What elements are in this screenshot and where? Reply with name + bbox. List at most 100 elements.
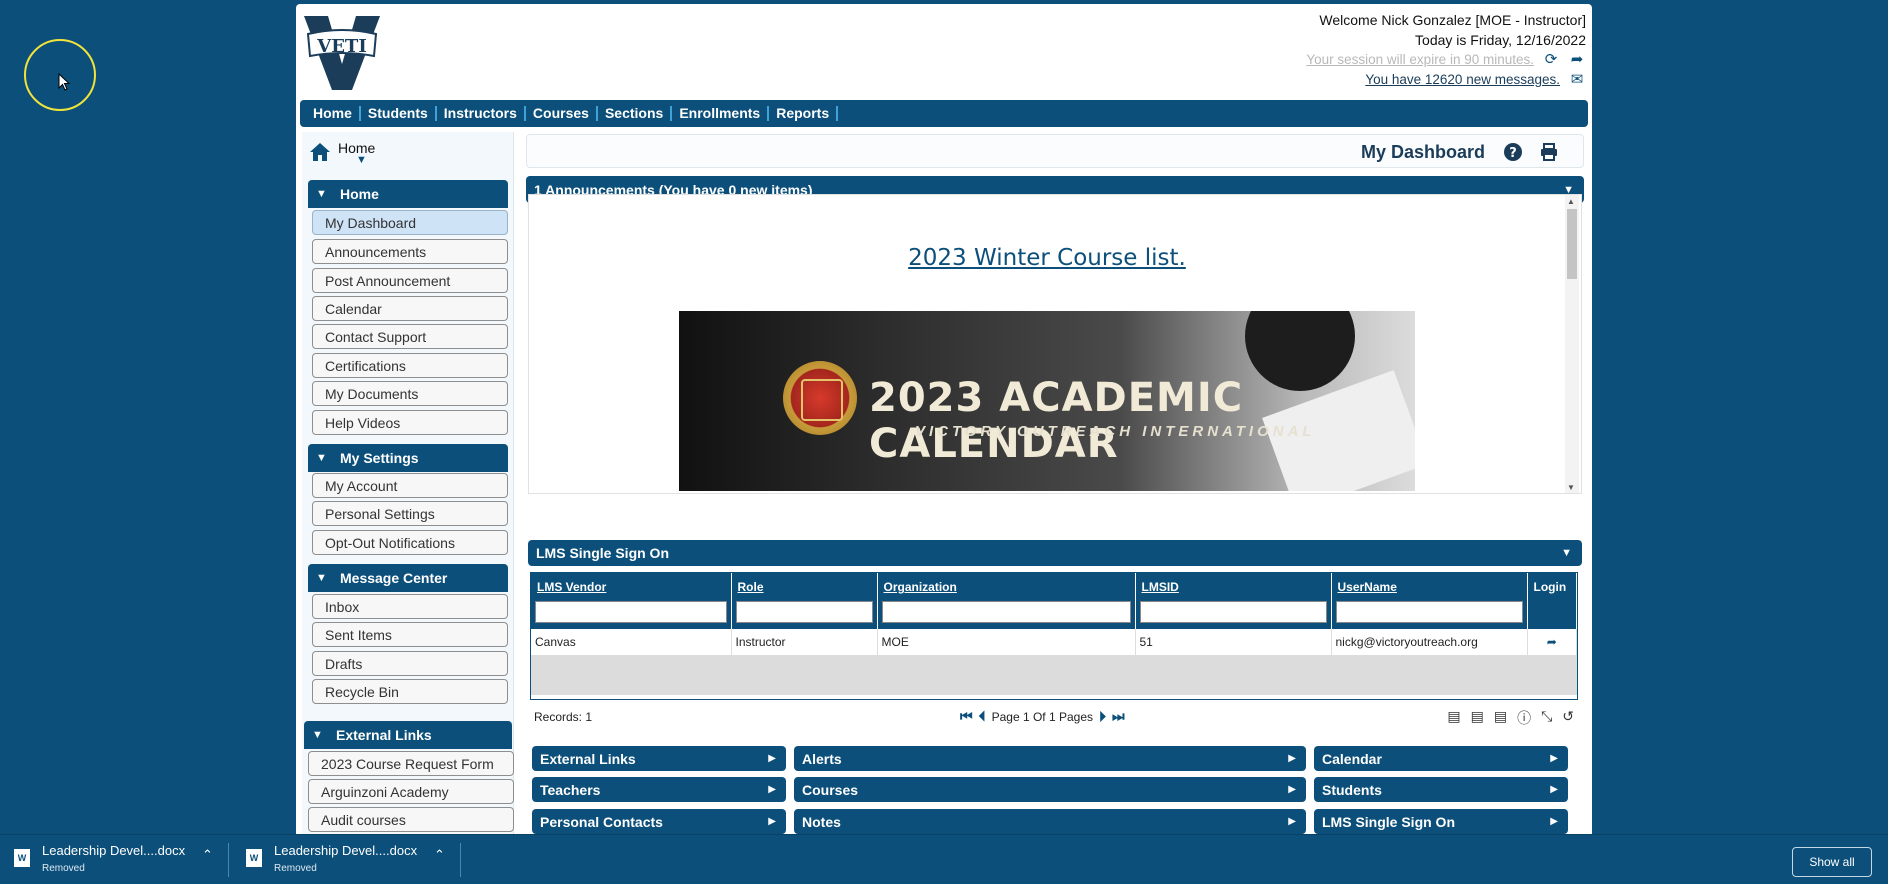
collapse-triangle-icon: ▼ (312, 729, 323, 741)
sidebar-item-personal-settings[interactable]: Personal Settings (312, 501, 508, 526)
sidebar-section-home[interactable]: ▼ Home (308, 180, 508, 208)
sidebar-section-external-links[interactable]: ▼ External Links (304, 721, 512, 749)
last-page-icon[interactable]: ⏭ (1112, 708, 1125, 725)
sidebar-item-audit-courses[interactable]: Audit courses (308, 807, 514, 832)
scroll-thumb[interactable] (1567, 209, 1577, 279)
sidebar-item-calendar[interactable]: Calendar (312, 296, 508, 321)
sidebar-item-arguinzoni-academy[interactable]: Arguinzoni Academy (308, 779, 514, 804)
filter-organization[interactable] (881, 601, 1131, 623)
sidebar-item-inbox[interactable]: Inbox (312, 594, 508, 619)
grid-help-icon[interactable]: ⓘ (1517, 708, 1531, 728)
announcement-panel: 2023 Winter Course list. 2023 ACADEMIC C… (528, 194, 1582, 494)
dashboard-header: My Dashboard ? (526, 134, 1584, 168)
envelope-icon[interactable]: ✉ (1568, 70, 1586, 90)
reset-icon[interactable]: ↺ (1562, 708, 1574, 728)
help-icon[interactable]: ? (1503, 142, 1523, 162)
sidebar-item-course-request-form[interactable]: 2023 Course Request Form (308, 751, 514, 776)
export-excel-icon[interactable]: ▤ (1447, 708, 1460, 728)
widget-students[interactable]: Students ▶ (1314, 777, 1568, 802)
sidebar-item-drafts[interactable]: Drafts (312, 651, 508, 676)
announcement-scrollbar[interactable]: ▲ ▼ (1565, 195, 1579, 493)
sidebar-item-my-documents[interactable]: My Documents (312, 381, 508, 406)
col-username[interactable]: UserName (1331, 573, 1528, 599)
print-icon[interactable] (1539, 142, 1559, 162)
sidebar-item-sent-items[interactable]: Sent Items (312, 622, 508, 647)
next-page-icon[interactable]: ⏵ (1099, 708, 1106, 725)
widget-courses[interactable]: Courses ▶ (794, 777, 1306, 802)
sidebar-section-message-center[interactable]: ▼ Message Center (308, 564, 508, 592)
banner-subtitle: VICTORY OUTREACH INTERNATIONAL (915, 423, 1316, 440)
login-icon[interactable]: ➦ (1527, 629, 1577, 655)
refresh-icon[interactable]: ⟳ (1542, 50, 1560, 70)
filter-lmsid[interactable] (1139, 601, 1327, 623)
sidebar-item-opt-out-notifications[interactable]: Opt-Out Notifications (312, 530, 508, 555)
winter-course-list-link[interactable]: 2023 Winter Course list. (529, 245, 1565, 271)
lms-sso-title: LMS Single Sign On (536, 545, 669, 561)
col-lmsid[interactable]: LMSID (1135, 573, 1332, 599)
filter-role[interactable] (735, 601, 873, 623)
col-organization[interactable]: Organization (877, 573, 1136, 599)
nav-instructors[interactable]: Instructors (437, 106, 526, 121)
collapse-icon[interactable]: ⤡ (1541, 708, 1552, 728)
mouse-cursor-icon (58, 72, 71, 94)
chevron-up-icon[interactable]: ⌃ (434, 847, 445, 863)
sidebar-item-help-videos[interactable]: Help Videos (312, 410, 508, 435)
word-doc-icon: W (246, 849, 262, 867)
widget-alerts[interactable]: Alerts ▶ (794, 746, 1306, 771)
sidebar-item-announcements[interactable]: Announcements (312, 239, 508, 264)
col-role[interactable]: Role (731, 573, 878, 599)
show-all-button[interactable]: Show all (1792, 847, 1872, 877)
sidebar-item-post-announcement[interactable]: Post Announcement (312, 268, 508, 293)
widget-notes[interactable]: Notes ▶ (794, 809, 1306, 834)
sidebar-item-recycle-bin[interactable]: Recycle Bin (312, 679, 508, 704)
widget-teachers[interactable]: Teachers ▶ (532, 777, 786, 802)
download-filename: Leadership Devel....docx (42, 843, 186, 858)
sidebar: Home ▼ ▼ Home My Dashboard Announcements … (302, 132, 514, 834)
nav-courses[interactable]: Courses (526, 106, 598, 121)
expand-arrow-icon: ▶ (768, 753, 776, 764)
expand-arrow-icon: ▶ (768, 816, 776, 827)
prev-page-icon[interactable]: ⏴ (979, 708, 986, 725)
lms-sso-bar[interactable]: LMS Single Sign On ▼ (528, 540, 1582, 566)
sidebar-item-contact-support[interactable]: Contact Support (312, 324, 508, 349)
caret-down-icon[interactable]: ▼ (1561, 547, 1572, 559)
home-icon[interactable] (308, 140, 332, 167)
filter-username[interactable] (1335, 601, 1523, 623)
cell-vendor: Canvas (531, 629, 732, 655)
widget-calendar[interactable]: Calendar ▶ (1314, 746, 1568, 771)
sidebar-section-my-settings[interactable]: ▼ My Settings (308, 444, 508, 472)
today-date: Today is Friday, 12/16/2022 (1415, 32, 1586, 48)
new-messages-link[interactable]: You have 12620 new messages. (1365, 70, 1560, 90)
scroll-down-icon[interactable]: ▼ (1567, 483, 1575, 492)
export-xlsx-icon[interactable]: ▤ (1471, 708, 1484, 728)
nav-home[interactable]: Home (306, 106, 361, 121)
filter-lms-vendor[interactable] (535, 601, 727, 623)
sidebar-item-my-dashboard[interactable]: My Dashboard (312, 210, 508, 235)
first-page-icon[interactable]: ⏮ (960, 708, 973, 725)
session-timer-link[interactable]: Your session will expire in 90 minutes. (1306, 50, 1534, 70)
sidebar-item-my-account[interactable]: My Account (312, 473, 508, 498)
logout-icon[interactable]: ➦ (1568, 50, 1586, 70)
sidebar-item-certifications[interactable]: Certifications (312, 353, 508, 378)
chevron-up-icon[interactable]: ⌃ (202, 847, 213, 863)
widget-personal-contacts[interactable]: Personal Contacts ▶ (532, 809, 786, 834)
lms-grid: LMS Vendor Role Organization LMSID UserN… (530, 572, 1578, 700)
download-item[interactable]: W Leadership Devel....docx Removed ⌃ (14, 843, 224, 877)
nav-enrollments[interactable]: Enrollments (672, 106, 770, 121)
export-csv-icon[interactable]: ▤ (1494, 708, 1507, 728)
widget-external-links[interactable]: External Links ▶ (532, 746, 786, 771)
nav-reports[interactable]: Reports (769, 106, 839, 121)
scroll-up-icon[interactable]: ▲ (1567, 197, 1575, 206)
download-filename: Leadership Devel....docx (274, 843, 418, 858)
cell-organization: MOE (877, 629, 1136, 655)
nav-students[interactable]: Students (361, 106, 437, 121)
expand-arrow-icon: ▶ (768, 784, 776, 795)
nav-sections[interactable]: Sections (598, 106, 673, 121)
widget-lms-sso[interactable]: LMS Single Sign On ▶ (1314, 809, 1568, 834)
col-lms-vendor[interactable]: LMS Vendor (531, 573, 732, 599)
expand-arrow-icon: ▶ (1550, 753, 1558, 764)
page-info: Page 1 Of 1 Pages (991, 709, 1094, 724)
expand-arrow-icon: ▶ (1550, 816, 1558, 827)
table-row[interactable]: Canvas Instructor MOE 51 nickg@victoryou… (531, 629, 1577, 655)
download-item[interactable]: W Leadership Devel....docx Removed ⌃ (246, 843, 456, 877)
